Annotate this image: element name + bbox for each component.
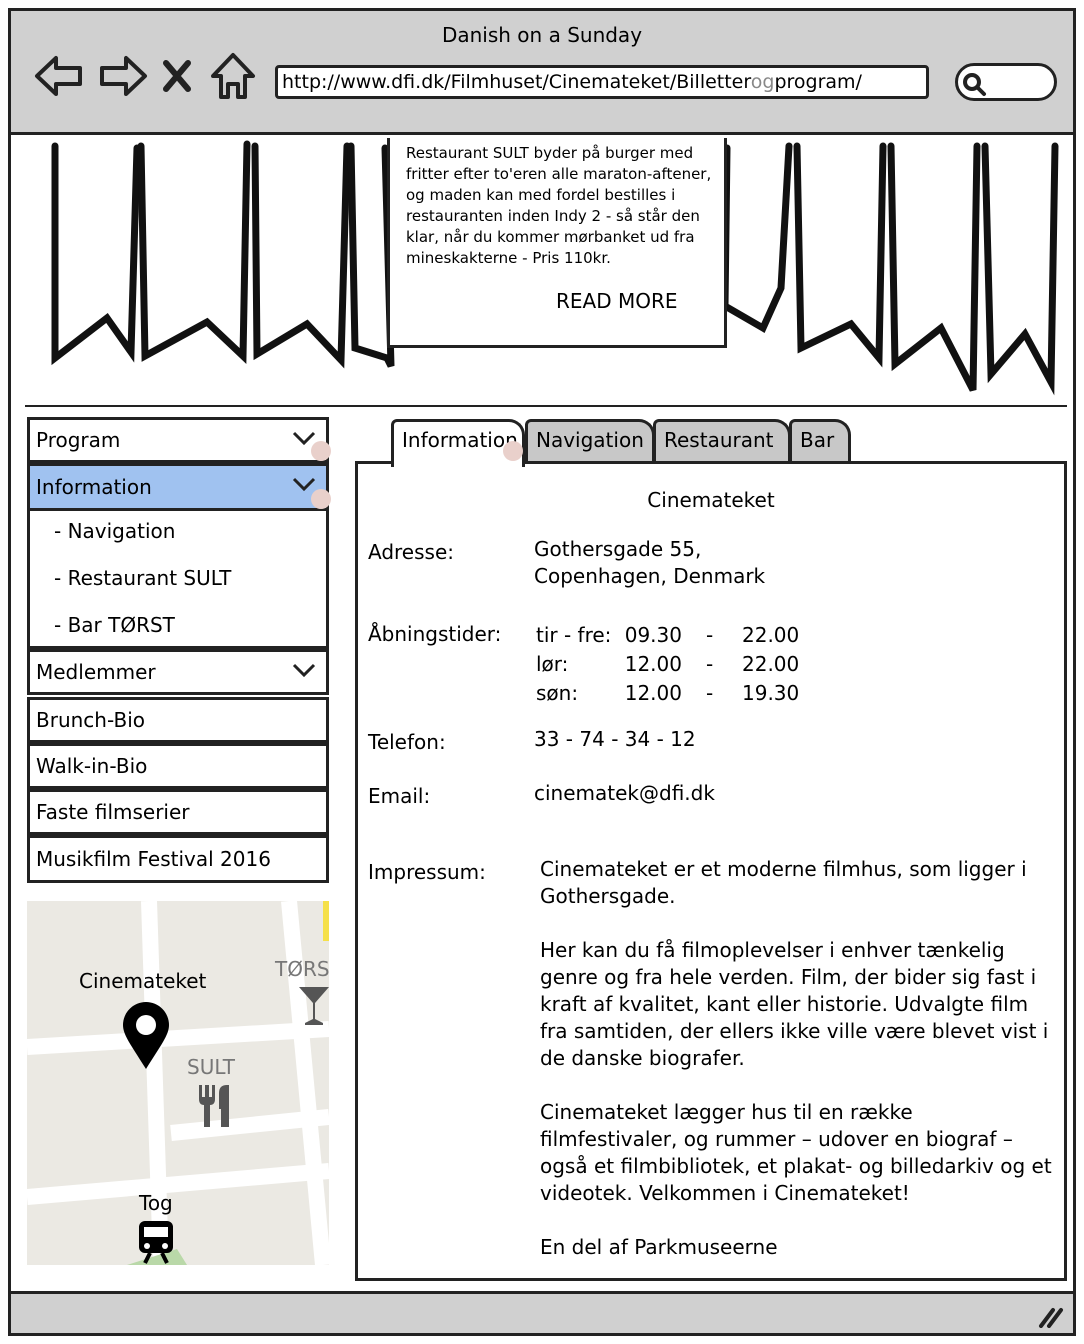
cocktail-icon[interactable] <box>297 985 329 1027</box>
tab-label: Bar <box>800 428 835 452</box>
url-text-highlight: og <box>750 71 775 93</box>
map-label-cinemateket: Cinemateket <box>79 969 207 993</box>
status-bar <box>11 1291 1073 1333</box>
address-value: Gothersgade 55, Copenhagen, Denmark <box>534 536 765 590</box>
back-button[interactable] <box>33 51 85 101</box>
hours-close: 22.00 <box>742 623 800 647</box>
map-label-tog: Tog <box>139 1191 173 1215</box>
menu-item-medlemmer[interactable]: Medlemmer <box>27 649 329 695</box>
submenu-item-navigation[interactable]: - Navigation <box>54 519 175 543</box>
chevron-down-icon <box>292 477 316 492</box>
promo-card: Restaurant SULT byder på burger med frit… <box>387 138 727 348</box>
arrow-left-icon <box>35 56 82 96</box>
menu-item-musikfilm-festival[interactable]: Musikfilm Festival 2016 <box>27 835 329 883</box>
read-more-link[interactable]: READ MORE <box>556 291 678 312</box>
impressum-paragraph: En del af Parkmuseerne <box>540 1235 778 1259</box>
menu-item-label: Musikfilm Festival 2016 <box>36 847 271 871</box>
hours-open: 09.30 <box>624 623 682 647</box>
address-bar[interactable]: http://www.dfi.dk/Filmhuset/Cinemateket/… <box>275 65 929 99</box>
menu-item-walk-in-bio[interactable]: Walk-in-Bio <box>27 743 329 789</box>
stop-button[interactable] <box>157 51 197 101</box>
arrow-right-icon <box>100 56 147 96</box>
map-label-torst: TØRS <box>275 957 329 981</box>
tab-label: Information <box>402 428 518 452</box>
search-icon <box>963 73 986 96</box>
hours-day: tir - fre: <box>536 623 612 647</box>
menu-item-label: Information <box>36 475 152 499</box>
tab-restaurant[interactable]: Restaurant <box>653 419 791 463</box>
hours-sep: - <box>706 652 714 676</box>
hours-close: 19.30 <box>742 681 800 705</box>
information-panel: Cinemateket Adresse: Gothersgade 55, Cop… <box>355 461 1067 1281</box>
submenu-item-restaurant[interactable]: - Restaurant SULT <box>54 566 231 590</box>
tab-bar[interactable]: Bar <box>789 419 851 463</box>
browser-toolbar: Danish on a Sunday http://www.dfi.dk/Fil… <box>11 11 1073 135</box>
hours-row: tir - fre: 09.30 - 22.00 <box>536 622 799 649</box>
train-icon[interactable] <box>137 1219 175 1265</box>
tab-navigation[interactable]: Navigation <box>525 419 655 463</box>
impressum-paragraph: Cinemateket lægger hus til en række film… <box>540 1100 1052 1205</box>
link-marker-icon <box>311 441 331 461</box>
menu-item-program[interactable]: Program <box>27 417 329 463</box>
link-marker-icon <box>503 441 523 461</box>
panel-title: Cinemateket <box>647 488 775 512</box>
hours-open: 12.00 <box>624 652 682 676</box>
map-label-sult: SULT <box>187 1055 235 1079</box>
impressum-label: Impressum: <box>368 860 486 884</box>
impressum-paragraph: Her kan du få filmoplevelser i enhver tæ… <box>540 938 1049 1070</box>
home-icon <box>211 53 255 99</box>
chevron-down-icon <box>292 663 316 678</box>
menu-item-brunch-bio[interactable]: Brunch-Bio <box>27 697 329 743</box>
menu-item-information[interactable]: Information <box>27 463 329 511</box>
url-text-prefix: http://www.dfi.dk/Filmhuset/Cinemateket/… <box>282 71 751 93</box>
window-title: Danish on a Sunday <box>441 23 643 47</box>
menu-item-label: Medlemmer <box>36 660 156 684</box>
impressum-text: Cinemateket er et moderne filmhus, som l… <box>540 856 1056 1288</box>
phone-label: Telefon: <box>368 730 446 754</box>
close-icon <box>163 60 191 92</box>
menu-item-faste-filmserier[interactable]: Faste filmserier <box>27 789 329 835</box>
hours-day: søn: <box>536 681 579 705</box>
location-map[interactable]: Cinemateket TØRS SULT Tog <box>27 901 329 1265</box>
hours-open: 12.00 <box>624 681 682 705</box>
menu-item-label: Brunch-Bio <box>36 708 145 732</box>
submenu-item-bar[interactable]: - Bar TØRST <box>54 613 175 637</box>
email-label: Email: <box>368 784 431 808</box>
email-value[interactable]: cinematek@dfi.dk <box>534 780 715 807</box>
opening-hours-table: tir - fre: 09.30 - 22.00 lør: 12.00 - 22… <box>534 620 801 709</box>
hours-label: Åbningstider: <box>368 622 502 646</box>
hours-row: lør: 12.00 - 22.00 <box>536 651 799 678</box>
tab-label: Navigation <box>536 428 644 452</box>
search-box[interactable] <box>955 63 1057 101</box>
cutlery-icon[interactable] <box>195 1083 235 1129</box>
resize-grip-icon[interactable] <box>1037 1306 1065 1328</box>
menu-item-label: Faste filmserier <box>36 800 190 824</box>
hours-close: 22.00 <box>742 652 800 676</box>
address-line: Gothersgade 55, <box>534 537 702 561</box>
map-streets <box>27 901 329 1265</box>
url-text-suffix: program/ <box>774 71 862 93</box>
divider <box>25 405 1067 407</box>
hours-day: lør: <box>536 652 569 676</box>
menu-item-label: Program <box>36 428 121 452</box>
forward-button[interactable] <box>97 51 149 101</box>
browser-window: Danish on a Sunday http://www.dfi.dk/Fil… <box>8 8 1076 1336</box>
promo-text: Restaurant SULT byder på burger med frit… <box>406 144 712 267</box>
phone-value: 33 - 74 - 34 - 12 <box>534 727 696 751</box>
impressum-paragraph: Cinemateket er et moderne filmhus, som l… <box>540 857 1027 908</box>
map-pin-icon[interactable] <box>121 1001 171 1071</box>
address-line: Copenhagen, Denmark <box>534 564 766 588</box>
hours-sep: - <box>706 623 714 647</box>
link-marker-icon <box>311 489 331 509</box>
menu-item-label: Walk-in-Bio <box>36 754 148 778</box>
hero-carousel: Restaurant SULT byder på burger med frit… <box>11 138 1073 402</box>
tab-label: Restaurant <box>664 428 774 452</box>
home-button[interactable] <box>207 51 259 101</box>
address-label: Adresse: <box>368 540 454 564</box>
hours-row: søn: 12.00 - 19.30 <box>536 680 799 707</box>
hours-sep: - <box>706 681 714 705</box>
information-submenu: - Navigation - Restaurant SULT - Bar TØR… <box>27 511 329 649</box>
